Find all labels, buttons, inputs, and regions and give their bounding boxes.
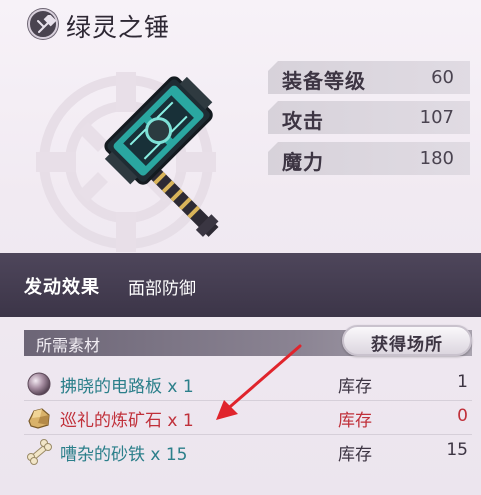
stat-label: 装备等级 (282, 69, 366, 93)
weapon-image (104, 76, 219, 237)
item-header: 绿灵之锤 (0, 0, 481, 52)
item-title: 绿灵之锤 (66, 13, 171, 42)
stock-label: 库存 (338, 411, 372, 431)
obtain-location-button[interactable]: 获得场所 (342, 325, 472, 356)
stat-magic: 魔力 180 (268, 142, 470, 175)
orb-icon (27, 372, 51, 396)
stat-equip-level: 装备等级 60 (268, 61, 470, 94)
materials-header-label: 所需素材 (36, 336, 101, 355)
stat-label: 攻击 (282, 109, 324, 133)
annotation-arrow (216, 344, 302, 420)
material-name: 巡礼的炼矿石 x 1 (60, 411, 194, 431)
stock-value: 1 (457, 372, 468, 392)
stat-label: 魔力 (282, 150, 324, 174)
material-name: 嘈杂的砂铁 x 15 (60, 445, 188, 465)
stock-label: 库存 (338, 445, 372, 465)
stock-value: 0 (457, 406, 468, 426)
effect-label: 发动效果 (24, 277, 100, 298)
hammer-icon (28, 9, 58, 39)
effect-panel: 发动效果 面部防御 (0, 253, 481, 317)
stat-value: 60 (431, 67, 454, 88)
ore-icon (28, 408, 50, 429)
effect-value: 面部防御 (128, 279, 196, 299)
stock-label: 库存 (338, 377, 372, 397)
material-name: 拂晓的电路板 x 1 (60, 377, 194, 397)
bone-icon (27, 439, 52, 465)
stock-value: 15 (446, 440, 468, 460)
obtain-location-label: 获得场所 (371, 335, 443, 355)
row-divider (24, 434, 472, 435)
material-row[interactable]: 嘈杂的砂铁 x 15 库存 15 (24, 437, 472, 467)
stat-attack: 攻击 107 (268, 101, 470, 134)
stat-value: 180 (419, 148, 454, 169)
stat-value: 107 (419, 107, 454, 128)
